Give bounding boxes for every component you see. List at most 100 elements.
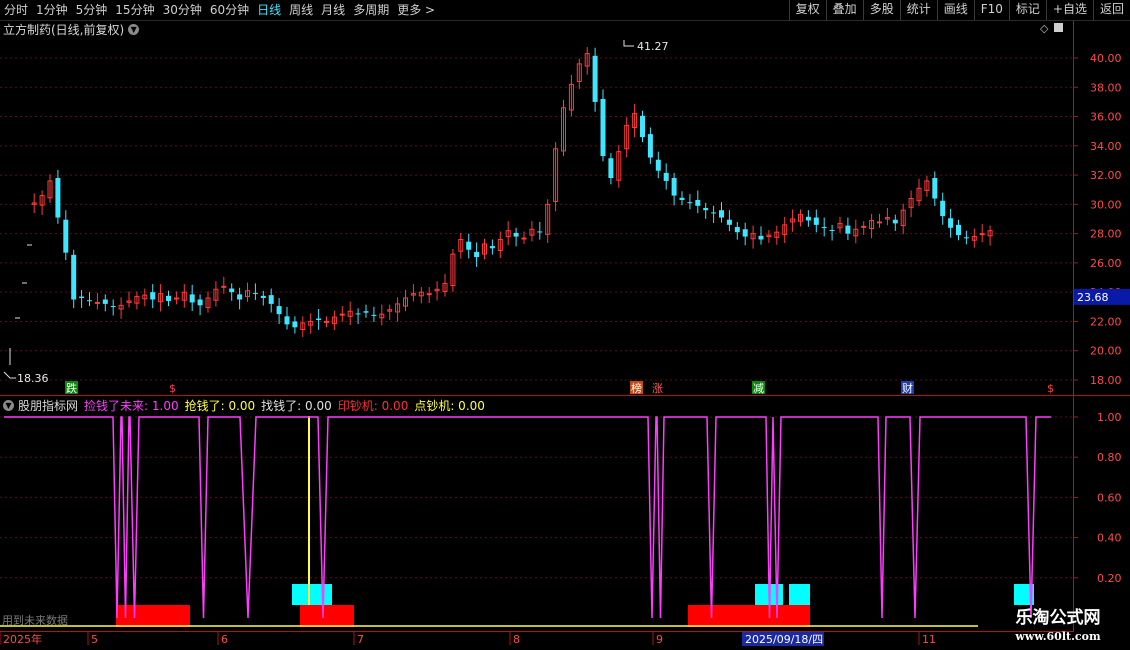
candle-body-up (861, 225, 867, 228)
price-tick-label: 32.00 (1090, 169, 1122, 182)
price-tick-label: 20.00 (1090, 345, 1122, 358)
indicator-value: 抢钱了: 0.00 (184, 398, 256, 413)
date-label: 2025年 (3, 632, 42, 646)
event-marker: 财 (902, 381, 913, 395)
period-tab[interactable]: 1分钟 (32, 0, 72, 20)
candle-body-down (189, 294, 195, 303)
watermark-url: www.60lt.com (1015, 630, 1101, 643)
event-marker: 涨 (652, 382, 663, 395)
period-tab[interactable]: 30分钟 (159, 0, 206, 20)
candle-body-down (166, 295, 171, 301)
toolbar-button[interactable]: 画线 (936, 0, 974, 20)
price-tick-label: 30.00 (1090, 198, 1122, 211)
toolbar-button[interactable]: 复权 (788, 0, 826, 20)
candle-body-down (600, 98, 606, 157)
candle-body-down (592, 55, 598, 102)
candle-body-up (94, 301, 100, 304)
chevron-down-icon[interactable]: ▼ (3, 399, 14, 411)
candle-body-down (292, 321, 298, 328)
candle-body-down (719, 210, 724, 218)
period-tab[interactable]: 更多 > (393, 0, 439, 20)
candle-body-down (845, 225, 851, 234)
candle-body-down (726, 219, 732, 225)
candle-body-up (521, 237, 527, 240)
candle-body-down (640, 115, 645, 138)
indicator-line (4, 416, 1051, 619)
chart-canvas[interactable]: 40.00 38.00 36.00 34.00 32.00 30.00 28.00 26.00… (0, 0, 1130, 650)
candle-body-up (173, 297, 179, 300)
candle-body-up (979, 233, 985, 236)
indicator-value: 印钞机: 0.00 (337, 398, 409, 413)
indicator-value: 捡钱了未来: 1.00 (84, 398, 179, 413)
period-tab[interactable]: 日线 (253, 0, 285, 20)
candle-body-down (671, 178, 677, 196)
toolbar-button[interactable]: 统计 (899, 0, 937, 20)
candle-body-down (663, 172, 669, 181)
toolbar-button[interactable]: +自选 (1045, 0, 1093, 20)
toolbar-button[interactable]: 多股 (862, 0, 900, 20)
toolbar-button[interactable]: 叠加 (825, 0, 863, 20)
event-marker: $ (169, 382, 176, 395)
toolbar: 分时 1分钟 5分钟 15分钟 30分钟 60分钟 日线 周线 月线 多周期 更多 > 复权 叠加 多股… (0, 0, 1130, 21)
candle-body-down (363, 311, 369, 313)
candle-body-down (805, 216, 811, 221)
indicator-tick-label: 0.80 (1097, 451, 1122, 464)
candle-body-down (647, 134, 653, 158)
indicator-value: 找钱了: 0.00 (261, 398, 332, 413)
indicator-tick-label: 0.60 (1097, 491, 1122, 504)
date-label: 7 (357, 633, 364, 646)
indicator-bar: ▼ 股朋指标网 捡钱了未来: 1.00 抢钱了: 0.00 找钱了: 0.00 印钞机… (0, 397, 491, 413)
toolbar-buttons: 复权 叠加 多股 统计 画线 F10 标记 +自选 返回 (788, 0, 1130, 20)
signal-red-block (688, 605, 810, 627)
current-price-label: 23.68 (1077, 291, 1109, 304)
candle-body-up (221, 285, 227, 288)
candle-body-down (110, 306, 116, 308)
signal-red-block (300, 605, 354, 627)
price-tick-label: 34.00 (1090, 140, 1122, 153)
square-icon[interactable] (1054, 23, 1064, 32)
toolbar-button[interactable]: F10 (973, 0, 1009, 20)
period-tab[interactable]: 5分钟 (72, 0, 112, 20)
candle-body-down (963, 237, 969, 239)
watermark-name: 乐淘公式网 (1015, 608, 1101, 628)
candle-body-up (324, 320, 329, 323)
candle-body-down (237, 294, 243, 300)
candle-body-down (355, 313, 361, 315)
indicator-name[interactable]: 股朋指标网 (18, 397, 78, 414)
period-tab[interactable]: 15分钟 (111, 0, 158, 20)
candle-body-down (252, 292, 258, 294)
date-label: 8 (513, 633, 520, 646)
date-label: 9 (656, 633, 663, 646)
event-marker: $ (1047, 382, 1054, 395)
candle-body-down (608, 158, 614, 179)
candle-body-down (956, 224, 961, 236)
candle-body-down (829, 229, 835, 231)
candle-body-down (150, 292, 156, 300)
period-tab[interactable]: 月线 (317, 0, 349, 20)
candle-body-down (71, 254, 77, 300)
period-tab[interactable]: 分时 (0, 0, 32, 20)
candle-body-down (813, 217, 819, 225)
diamond-icon[interactable]: ◇ (1040, 22, 1048, 35)
price-tick-label: 40.00 (1090, 52, 1122, 65)
candle-body-down (284, 316, 290, 325)
date-cursor-label: 2025/09/18/四 (745, 633, 823, 646)
chevron-down-icon[interactable]: ▼ (128, 23, 140, 35)
toolbar-button[interactable]: 返回 (1092, 0, 1130, 20)
period-tab[interactable]: 60分钟 (206, 0, 253, 20)
toolbar-button[interactable]: 标记 (1008, 0, 1046, 20)
candle-body-down (948, 218, 954, 228)
candle-body-down (55, 178, 61, 218)
future-data-note: 用到未来数据 (2, 613, 68, 627)
low-price-label: 18.36 (17, 372, 49, 385)
period-tab[interactable]: 周线 (285, 0, 317, 20)
indicator-value: 点钞机: 0.00 (414, 398, 485, 413)
high-price-label: 41.27 (637, 40, 669, 53)
candle-body-down (655, 159, 661, 171)
price-tick-label: 18.00 (1090, 374, 1122, 387)
period-tab[interactable]: 多周期 (349, 0, 393, 20)
candle-body-down (316, 318, 322, 320)
signal-cyan-block (789, 584, 810, 605)
candle-body-down (711, 212, 717, 214)
event-marker: 减 (753, 382, 764, 395)
